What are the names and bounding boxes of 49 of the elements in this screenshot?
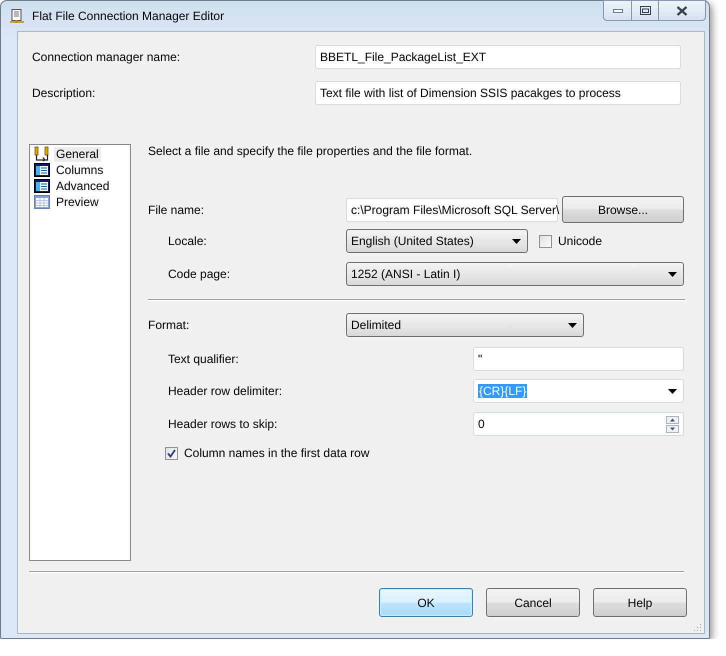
nav-item[interactable]: Advanced xyxy=(54,178,112,194)
format-dropdown[interactable]: Delimited xyxy=(346,313,584,337)
caret-icon xyxy=(668,272,677,276)
field-label: Code page: xyxy=(167,267,232,281)
dialog-button[interactable]: Help xyxy=(593,588,687,617)
table-icon xyxy=(34,194,50,210)
minimize-icon xyxy=(612,8,622,12)
dialog-button[interactable]: Cancel xyxy=(486,588,580,617)
name-field[interactable]: BBETL_File_PackageList_EXT xyxy=(315,45,681,69)
field-label: Connection manager name: xyxy=(32,50,182,64)
minimize-button[interactable] xyxy=(603,0,632,21)
table-icon xyxy=(34,178,50,194)
caret-icon xyxy=(568,322,577,328)
field-label: Locale: xyxy=(167,234,208,248)
nav-item[interactable]: Columns xyxy=(54,162,106,178)
field-label: Header rows to skip: xyxy=(167,417,278,431)
spin-buttons[interactable] xyxy=(666,416,679,432)
resize-grip[interactable] xyxy=(694,623,702,631)
browse-button[interactable]: Browse... xyxy=(562,196,684,223)
checkbox[interactable] xyxy=(539,234,552,248)
dialog-button[interactable]: OK xyxy=(379,588,473,617)
table-icon xyxy=(34,162,50,178)
close-icon xyxy=(676,6,688,16)
field-label: Header row delimiter: xyxy=(167,384,284,398)
maximize-button[interactable] xyxy=(632,0,659,21)
header-rows-spinbox[interactable]: 0 xyxy=(473,412,684,436)
checkbox[interactable] xyxy=(165,446,178,460)
instruction-text: Select a file and specify the file properties and the file format. xyxy=(148,144,474,160)
nav-item[interactable]: General xyxy=(54,146,101,162)
field-label: Description: xyxy=(32,86,96,100)
checkbox-label: Unicode xyxy=(558,234,602,248)
field-label: Format: xyxy=(148,318,190,332)
field-label: File name: xyxy=(148,202,206,216)
window-title: Flat File Connection Manager Editor xyxy=(32,9,224,23)
locale-dropdown[interactable]: English (United States) xyxy=(346,229,528,253)
nav-item[interactable]: Preview xyxy=(54,194,101,210)
description-field[interactable]: Text file with list of Dimension SSIS pacakges to process xyxy=(315,81,681,105)
selected-text: {CR}{LF} xyxy=(478,384,528,398)
code-page-dropdown[interactable]: 1252 (ANSI - Latin I) xyxy=(346,262,684,286)
caret-icon xyxy=(668,388,677,394)
file-name-field[interactable]: c:\Program Files\Microsoft SQL Server\ xyxy=(346,198,558,222)
caret-icon xyxy=(512,238,521,244)
maximize-icon xyxy=(640,6,650,15)
field-label: Text qualifier: xyxy=(167,352,240,366)
app-icon xyxy=(9,8,25,24)
folders-icon xyxy=(34,146,50,162)
text-qualifier-field[interactable]: " xyxy=(473,347,684,371)
checkbox-label: Column names in the first data row xyxy=(184,446,370,460)
close-button[interactable] xyxy=(659,0,706,21)
